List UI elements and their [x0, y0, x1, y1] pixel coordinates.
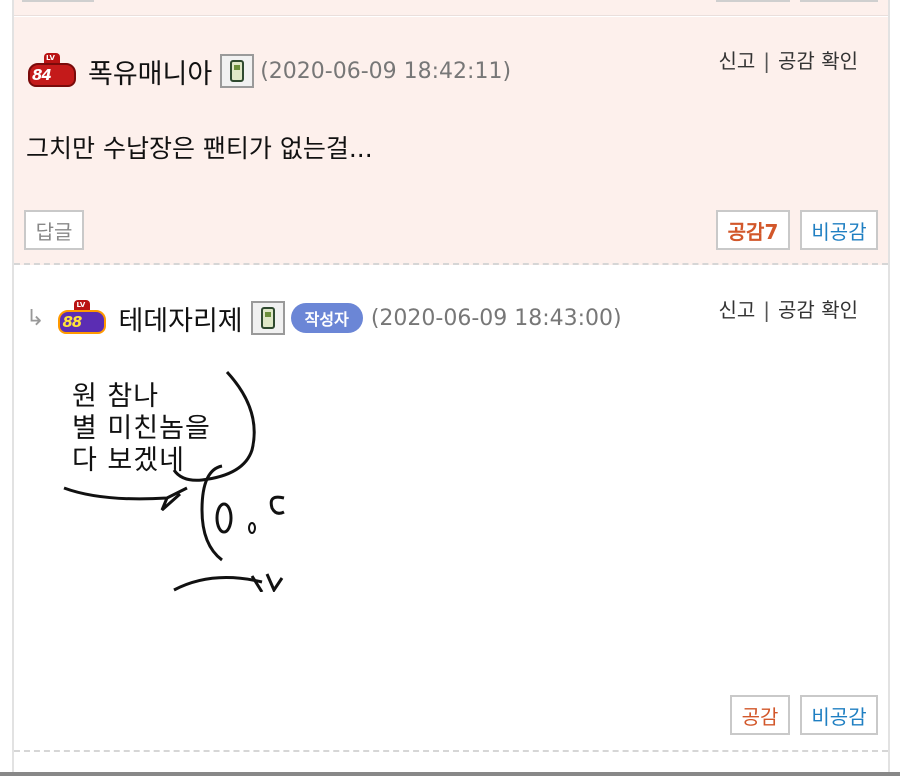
- previous-like-button-edge: [716, 0, 790, 2]
- check-likes-link[interactable]: 공감 확인: [778, 49, 858, 73]
- comment-header: ↳ LV 88 테데자리제 작성자 (2020-06-09 18:43:00): [26, 299, 622, 338]
- reply-button[interactable]: 답글: [24, 210, 84, 250]
- author-nickname[interactable]: 테데자리제: [118, 299, 242, 338]
- comment-header: LV 84 폭유매니아 (2020-06-09 18:42:11): [24, 52, 512, 91]
- comment-date: (2020-06-09 18:43:00): [370, 305, 622, 331]
- comment-image[interactable]: 원 참나 별 미친놈을 다 보겠네: [62, 370, 287, 594]
- image-text-line: 다 보겠네: [72, 445, 185, 476]
- previous-reply-button-edge: [22, 0, 94, 2]
- like-button[interactable]: 공감7: [716, 210, 790, 250]
- level-badge-icon: LV 84: [24, 53, 80, 89]
- check-likes-link[interactable]: 공감 확인: [778, 298, 858, 322]
- comment-text: 그치만 수납장은 팬티가 없는걸...: [26, 134, 373, 163]
- page-bottom-divider: [0, 772, 900, 776]
- comment-item: ↳ LV 88 테데자리제 작성자 (2020-06-09 18:43:00) …: [14, 266, 888, 752]
- comment-actions: 신고 | 공감 확인: [718, 298, 858, 322]
- dislike-button[interactable]: 비공감: [800, 210, 878, 250]
- previous-comment-edge: [14, 0, 888, 16]
- previous-dislike-button-edge: [800, 0, 878, 2]
- comment-date: (2020-06-09 18:42:11): [260, 58, 512, 84]
- dislike-button[interactable]: 비공감: [800, 695, 878, 735]
- mobile-phone-icon: [220, 54, 255, 88]
- comment-actions: 신고 | 공감 확인: [718, 49, 858, 73]
- level-badge-icon: LV 88: [54, 300, 110, 336]
- report-link[interactable]: 신고: [718, 298, 755, 322]
- reply-arrow-icon: ↳: [26, 305, 45, 331]
- author-nickname[interactable]: 폭유매니아: [88, 52, 212, 91]
- mobile-phone-icon: [250, 301, 285, 335]
- comment-list: LV 84 폭유매니아 (2020-06-09 18:42:11) 신고 | 공감 …: [12, 0, 890, 776]
- author-badge: 작성자: [290, 303, 363, 333]
- like-button[interactable]: 공감: [730, 695, 790, 735]
- comment-item: LV 84 폭유매니아 (2020-06-09 18:42:11) 신고 | 공감 …: [14, 17, 888, 265]
- report-link[interactable]: 신고: [718, 49, 755, 73]
